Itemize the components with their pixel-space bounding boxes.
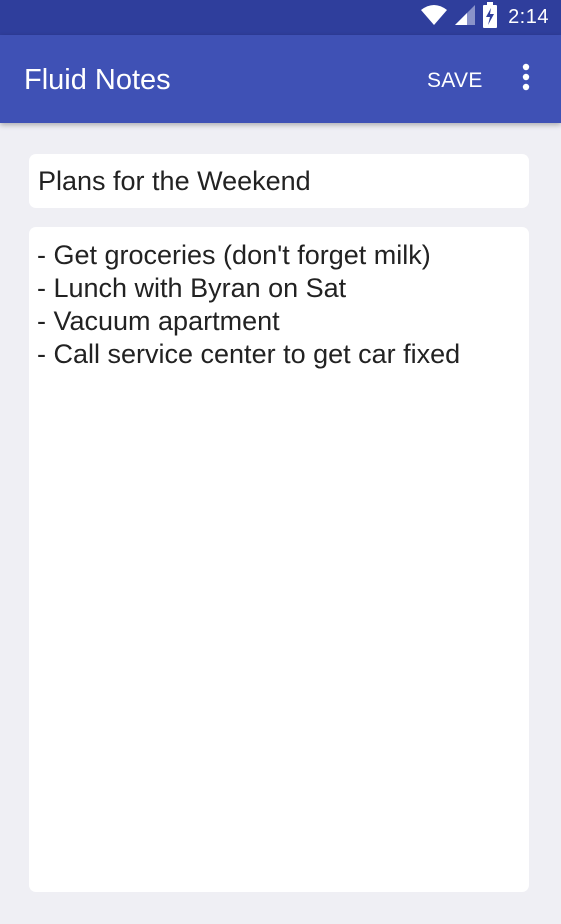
cell-signal-icon: [454, 4, 476, 31]
app-bar: Fluid Notes SAVE: [0, 35, 561, 123]
note-line: - Get groceries (don't forget milk): [37, 240, 431, 270]
status-bar: 2:14: [0, 0, 561, 35]
note-body-input[interactable]: - Get groceries (don't forget milk) - Lu…: [29, 227, 529, 892]
status-icons: 2:14: [420, 0, 549, 35]
status-time: 2:14: [508, 6, 549, 28]
save-button[interactable]: SAVE: [420, 65, 490, 97]
wifi-icon: [420, 4, 448, 31]
note-line: - Lunch with Byran on Sat: [37, 273, 347, 303]
note-title-input[interactable]: Plans for the Weekend: [29, 154, 529, 208]
note-title-text: Plans for the Weekend: [38, 166, 311, 196]
battery-charging-icon: [482, 2, 498, 33]
more-options-button[interactable]: [508, 57, 544, 101]
more-vert-icon: [522, 63, 530, 96]
note-line: - Call service center to get car fixed: [37, 339, 461, 369]
app-title: Fluid Notes: [24, 64, 171, 96]
note-line: - Vacuum apartment: [37, 306, 280, 336]
